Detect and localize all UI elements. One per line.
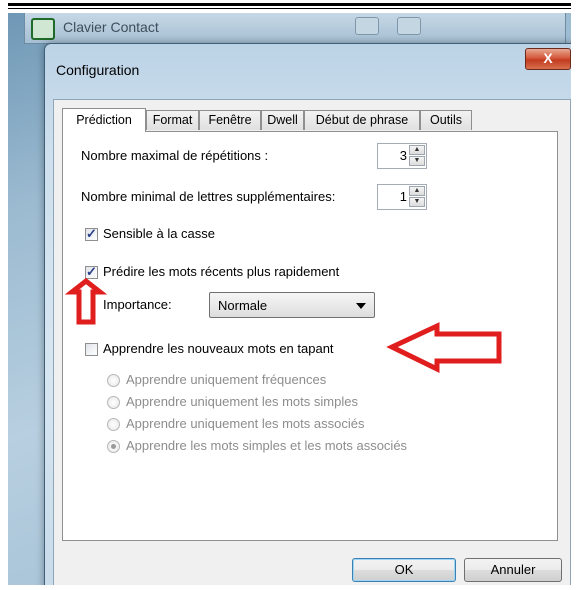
up-arrow-annotation [64,277,108,325]
left-arrow-annotation [386,322,502,374]
tab-prediction[interactable]: Prédiction [62,108,146,132]
annotation-layer [64,277,502,374]
tab-label: Prédiction [76,113,132,127]
